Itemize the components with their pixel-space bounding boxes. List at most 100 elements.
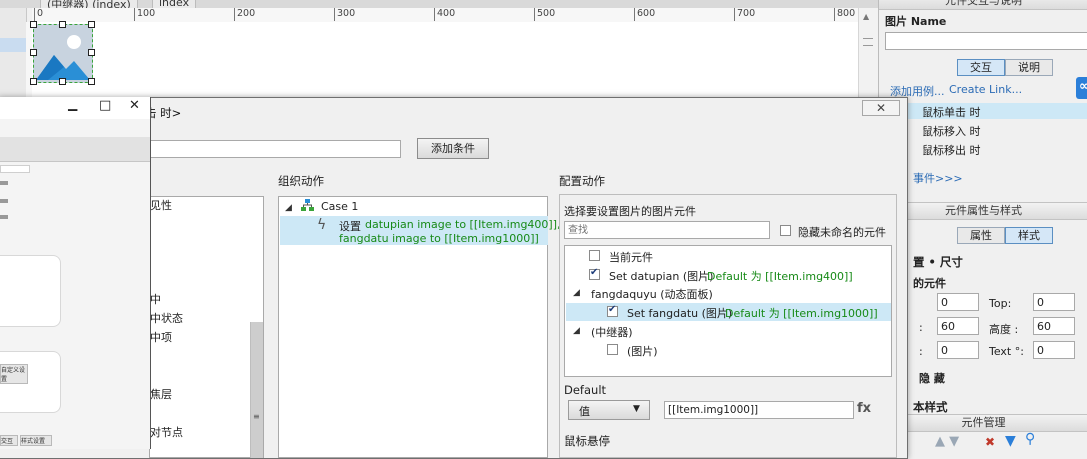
- action-item[interactable]: 中项: [150, 329, 172, 345]
- value-type-select[interactable]: 值 ▼: [568, 400, 650, 420]
- minimize-icon[interactable]: ▁: [68, 97, 77, 111]
- canvas-scrollbar[interactable]: ▲: [858, 8, 878, 98]
- resize-handle[interactable]: [59, 78, 66, 85]
- scroll-grip-icon[interactable]: [863, 38, 873, 46]
- top-label: Top:: [989, 297, 1012, 310]
- properties-panel-header[interactable]: 元件属性与样式: [879, 202, 1087, 220]
- link-icon[interactable]: ∞: [1076, 77, 1087, 99]
- floating-window-titlebar[interactable]: ▁ □ ✕: [0, 97, 150, 119]
- search-input[interactable]: [564, 221, 770, 239]
- tree-datupian-label[interactable]: Set datupian (图片): [609, 268, 713, 284]
- value-input[interactable]: [[Item.img1000]]: [664, 401, 854, 419]
- action-item[interactable]: 对节点: [150, 424, 183, 440]
- collapse-triangle-icon[interactable]: ◢: [573, 326, 580, 336]
- image-name-label: 图片 Name: [885, 15, 947, 28]
- value-type-label: 值: [579, 405, 590, 418]
- selected-page-highlight[interactable]: [0, 38, 26, 52]
- case-tree-icon: [301, 199, 314, 212]
- scroll-up-icon[interactable]: ▲: [863, 12, 869, 21]
- resize-handle[interactable]: [30, 49, 37, 56]
- event-mouse-leave[interactable]: 鼠标移出 时: [922, 142, 981, 158]
- interaction-panel-header[interactable]: 元件交互与说明: [879, 0, 1087, 10]
- action-item[interactable]: 中状态: [150, 310, 183, 326]
- action-item[interactable]: 焦层: [150, 386, 172, 402]
- chevron-down-icon: ▼: [633, 404, 640, 414]
- tree-fangdatu-label[interactable]: Set fangdatu (图片): [627, 305, 732, 321]
- checkbox-fangdatu[interactable]: [607, 304, 618, 317]
- action-item[interactable]: 中: [150, 291, 161, 307]
- preview-toolbar: [0, 137, 150, 162]
- design-canvas[interactable]: [32, 22, 858, 98]
- fx-button[interactable]: fx: [857, 401, 871, 416]
- case-name-input[interactable]: [149, 140, 401, 158]
- page-list-strip: [0, 8, 27, 98]
- tree-current-label[interactable]: 当前元件: [609, 249, 653, 265]
- tree-datupian-default: Default 为 [[Item.img400]]: [707, 270, 853, 283]
- hover-label: 鼠标悬停: [564, 434, 610, 448]
- checkbox-datupian[interactable]: [589, 267, 600, 280]
- maximize-icon[interactable]: □: [99, 98, 111, 113]
- resize-handle[interactable]: [88, 21, 95, 28]
- collapse-triangle-icon[interactable]: ◢: [285, 203, 292, 213]
- more-events-link[interactable]: 事件>>>: [913, 170, 963, 186]
- action-list-scrollbar[interactable]: ≡: [250, 322, 263, 458]
- close-icon[interactable]: ✕: [129, 98, 140, 113]
- rotation-input[interactable]: 0: [937, 341, 979, 359]
- event-click[interactable]: 鼠标单击 时: [922, 104, 981, 120]
- horizontal-ruler: 0 100 200 300 400 500 600 700 800: [32, 8, 858, 23]
- hide-unnamed-checkbox[interactable]: [780, 225, 791, 236]
- rotation-label-fragment: :: [919, 345, 923, 358]
- tab-notes[interactable]: 说明: [1005, 59, 1053, 76]
- action-detail-line2: fangdatu image to [[Item.img1000]]: [339, 232, 539, 245]
- resize-handle[interactable]: [59, 21, 66, 28]
- add-condition-button[interactable]: 添加条件: [417, 138, 489, 159]
- ruler-tick: 0: [34, 8, 43, 21]
- tree-repeater-label[interactable]: (中继器): [591, 324, 633, 340]
- scroll-grip-icon[interactable]: ≡: [253, 412, 260, 421]
- widget-manager-header[interactable]: 元件管理: [879, 414, 1087, 432]
- event-mouse-enter[interactable]: 鼠标移入 时: [922, 123, 981, 139]
- search-icon[interactable]: ⚲: [1025, 431, 1035, 447]
- preview-card: 自定义设置: [0, 351, 61, 413]
- filter-icon[interactable]: ▼: [1005, 433, 1016, 449]
- widget-manager-icons[interactable]: ▲ ▼: [935, 434, 959, 449]
- top-input[interactable]: 0: [1033, 293, 1075, 311]
- resize-handle[interactable]: [30, 78, 37, 85]
- ruler-tick: 200: [234, 8, 255, 21]
- checkbox-current[interactable]: [589, 250, 600, 261]
- checkbox-image[interactable]: [607, 344, 618, 355]
- action-list-box: 见性 中 中状态 中项 焦层 对节点: [149, 196, 264, 458]
- x-input[interactable]: 0: [937, 293, 979, 311]
- dialog-close-button[interactable]: ✕: [862, 100, 900, 116]
- tree-image-label[interactable]: (图片): [627, 343, 658, 359]
- width-label-fragment: :: [919, 321, 923, 334]
- event-row-selected[interactable]: [879, 103, 1087, 119]
- collapse-triangle-icon[interactable]: ◢: [573, 288, 580, 298]
- resize-handle[interactable]: [88, 78, 95, 85]
- floating-window: ▁ □ ✕ 自定义设置 交互 样式设置: [0, 97, 151, 449]
- tab-index[interactable]: index: [152, 0, 197, 8]
- image-widget[interactable]: [30, 21, 95, 85]
- hide-option[interactable]: 隐 藏: [919, 370, 945, 386]
- tab-repeater-index[interactable]: (中继器) (index): [40, 0, 138, 8]
- delete-icon[interactable]: ✖: [985, 435, 995, 449]
- resize-handle[interactable]: [88, 49, 95, 56]
- ruler-tick: 300: [334, 8, 355, 21]
- tab-properties[interactable]: 属性: [957, 227, 1005, 244]
- resize-handle[interactable]: [30, 21, 37, 28]
- create-link[interactable]: Create Link...: [949, 83, 1022, 96]
- preview-mini-tab: 交互: [0, 435, 18, 446]
- tree-panel-label[interactable]: fangdaquyu (动态面板): [591, 286, 713, 302]
- preview-card: [0, 255, 61, 327]
- width-input[interactable]: 60: [937, 317, 979, 335]
- ruler-tick: 400: [434, 8, 455, 21]
- height-input[interactable]: 60: [1033, 317, 1075, 335]
- widget-heading: 的元件: [913, 277, 946, 290]
- tab-interaction[interactable]: 交互: [957, 59, 1005, 76]
- case-label[interactable]: Case 1: [321, 200, 358, 213]
- floating-window-body: 自定义设置 交互 样式设置: [0, 119, 150, 449]
- text-rotation-input[interactable]: 0: [1033, 341, 1075, 359]
- action-item[interactable]: 见性: [150, 197, 172, 213]
- tab-style[interactable]: 样式: [1005, 227, 1053, 244]
- image-name-input[interactable]: [885, 32, 1087, 50]
